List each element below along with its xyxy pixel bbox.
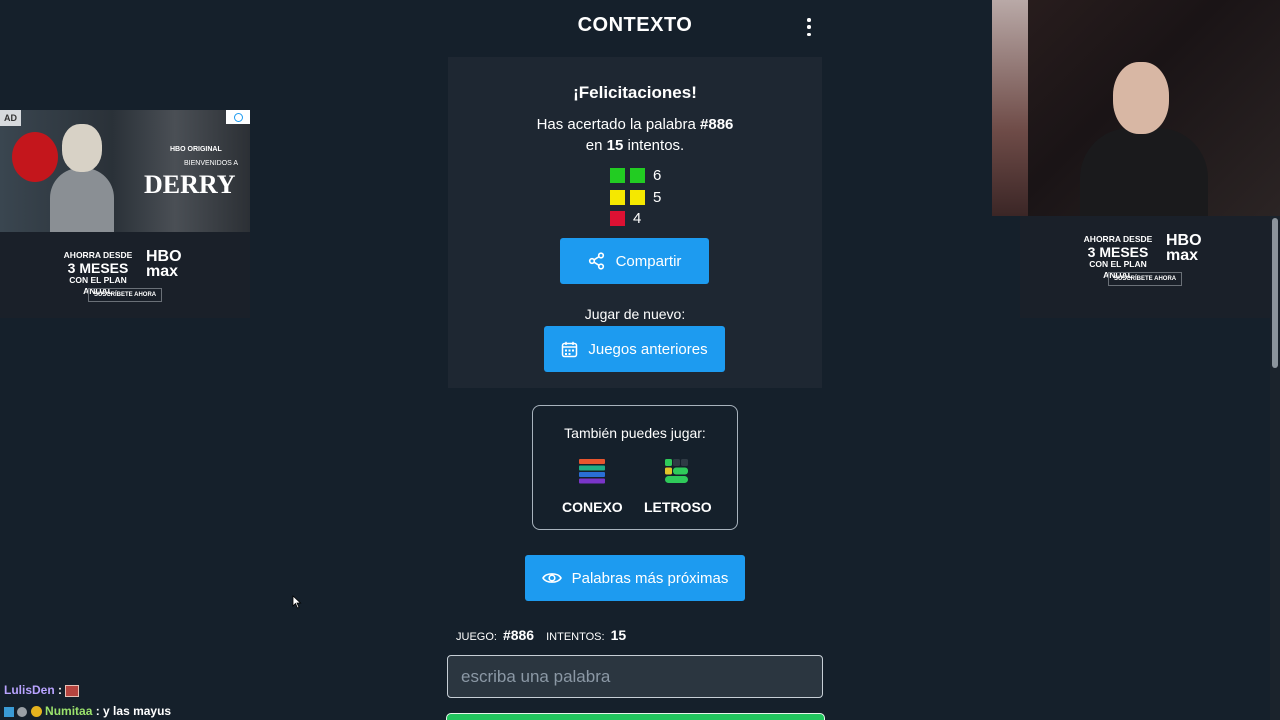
word-input[interactable] xyxy=(447,655,823,698)
attempts-label: INTENTOS: xyxy=(546,631,605,643)
chat-text: y las mayus xyxy=(103,704,172,718)
kebab-menu-icon[interactable] xyxy=(804,18,814,36)
cam-background-light xyxy=(992,0,1028,216)
stat-count: 4 xyxy=(633,210,642,228)
advertisement-right[interactable]: AHORRA DESDE 3 MESES CON EL PLAN ANUAL H… xyxy=(1020,216,1270,318)
stat-square xyxy=(610,168,625,184)
congrats-heading: ¡Felicitaciones! xyxy=(573,83,697,102)
mouse-cursor-icon xyxy=(292,595,302,609)
hbo-max-logo: HBO max xyxy=(146,248,182,280)
submit-button[interactable] xyxy=(446,713,825,720)
letroso-link[interactable]: LETROSO xyxy=(644,458,712,515)
streamer-head xyxy=(1113,62,1169,134)
ad-badge: AD xyxy=(0,110,21,126)
stat-row: 4 xyxy=(610,208,661,230)
game-value: #886 xyxy=(502,627,535,643)
page-scrollbar[interactable] xyxy=(1270,216,1280,720)
ad-tag: HBO ORIGINAL xyxy=(170,146,222,153)
other-games-box: También puedes jugar: CONEXO LETROSO xyxy=(532,405,738,530)
result-summary: Has acertado la palabra #886 en 15 inten… xyxy=(448,114,822,156)
letroso-icon xyxy=(664,459,688,483)
hbo-max-logo: HBO max xyxy=(1166,232,1202,264)
brand-bottom: max xyxy=(146,263,179,280)
ad-offer-top: AHORRA DESDE xyxy=(63,250,133,260)
share-button[interactable]: Compartir xyxy=(560,238,709,284)
share-icon xyxy=(588,252,604,270)
closest-words-button[interactable]: Palabras más próximas xyxy=(525,555,745,601)
previous-games-button[interactable]: Juegos anteriores xyxy=(544,326,725,372)
brand-top: HBO xyxy=(146,248,182,265)
stat-count: 6 xyxy=(653,167,662,185)
stat-row: 6 xyxy=(610,165,661,187)
advertisement-left[interactable]: HBO ORIGINAL BIENVENIDOS A DERRY AD AHOR… xyxy=(0,110,250,318)
brand-bottom: max xyxy=(1166,247,1199,264)
badge-icon xyxy=(30,706,42,718)
clown-face-image xyxy=(62,124,102,172)
streamer-body xyxy=(1080,128,1208,216)
webcam-overlay xyxy=(992,0,1280,216)
stat-square xyxy=(630,189,645,205)
scrollbar-thumb[interactable] xyxy=(1272,218,1278,368)
stat-count: 5 xyxy=(653,188,662,206)
app-title: CONTEXTO xyxy=(577,14,693,36)
game-label: JUEGO: xyxy=(456,631,497,643)
ad-welcome: BIENVENIDOS A xyxy=(184,160,239,167)
game-info: JUEGO: #886 INTENTOS: 15 xyxy=(456,627,632,643)
attempts-count: 15 xyxy=(606,137,624,154)
stat-row: 5 xyxy=(610,187,661,209)
stat-square xyxy=(610,189,625,205)
conexo-link[interactable]: CONEXO xyxy=(562,458,623,515)
chat-message: LulisDen : xyxy=(4,680,171,701)
balloon-image xyxy=(12,132,58,182)
emote-icon xyxy=(65,684,80,697)
chat-username: LulisDen xyxy=(4,683,55,697)
closest-words-label: Palabras más próximas xyxy=(571,569,729,587)
ad-info-icon[interactable] xyxy=(226,110,250,124)
clown-body-image xyxy=(50,168,114,232)
chat-separator: : xyxy=(54,683,66,697)
other-games-label: También puedes jugar: xyxy=(564,425,706,441)
ad-offer-big: 3 MESES xyxy=(1087,244,1149,260)
ad-headline: DERRY xyxy=(144,170,236,199)
ad-cta-button[interactable]: SUSCRÍBETE AHORA xyxy=(1108,272,1183,286)
ad-offer-big: 3 MESES xyxy=(67,260,129,276)
badge-icon xyxy=(17,706,28,717)
chat-separator: : xyxy=(92,704,104,718)
badge-icon xyxy=(4,706,14,717)
chat-message: Numitaa : y las mayus xyxy=(4,701,171,720)
word-number: #886 xyxy=(700,116,734,133)
summary-text: Has acertado la palabra xyxy=(536,116,701,133)
ad-cta-button[interactable]: SUSCRÍBETE AHORA xyxy=(88,288,163,302)
summary-text: en xyxy=(585,137,607,154)
brand-top: HBO xyxy=(1166,232,1202,249)
app-header: CONTEXTO xyxy=(448,0,822,52)
conexo-icon xyxy=(579,459,606,484)
ad-poster-image: HBO ORIGINAL BIENVENIDOS A DERRY xyxy=(0,110,250,232)
result-card: ¡Felicitaciones! Has acertado la palabra… xyxy=(448,57,822,388)
conexo-label: CONEXO xyxy=(562,499,623,515)
chat-username: Numitaa xyxy=(45,704,93,718)
ad-offer-panel: AHORRA DESDE 3 MESES CON EL PLAN ANUAL H… xyxy=(0,232,250,318)
result-stats: 6 54 xyxy=(610,165,661,230)
eye-icon xyxy=(541,573,562,583)
share-button-label: Compartir xyxy=(615,252,682,270)
attempts-value: 15 xyxy=(610,627,627,643)
previous-games-label: Juegos anteriores xyxy=(588,340,708,358)
letroso-label: LETROSO xyxy=(644,499,712,515)
stream-chat: LulisDen : Numitaa : y las mayus xyxy=(4,680,171,720)
calendar-icon xyxy=(562,341,578,357)
ad-offer-panel: AHORRA DESDE 3 MESES CON EL PLAN ANUAL H… xyxy=(1020,216,1270,318)
summary-text: intentos. xyxy=(623,137,685,154)
stat-square xyxy=(630,168,645,184)
replay-label: Jugar de nuevo: xyxy=(584,306,686,322)
stat-square xyxy=(610,211,625,227)
ad-offer-top: AHORRA DESDE xyxy=(1083,234,1153,244)
